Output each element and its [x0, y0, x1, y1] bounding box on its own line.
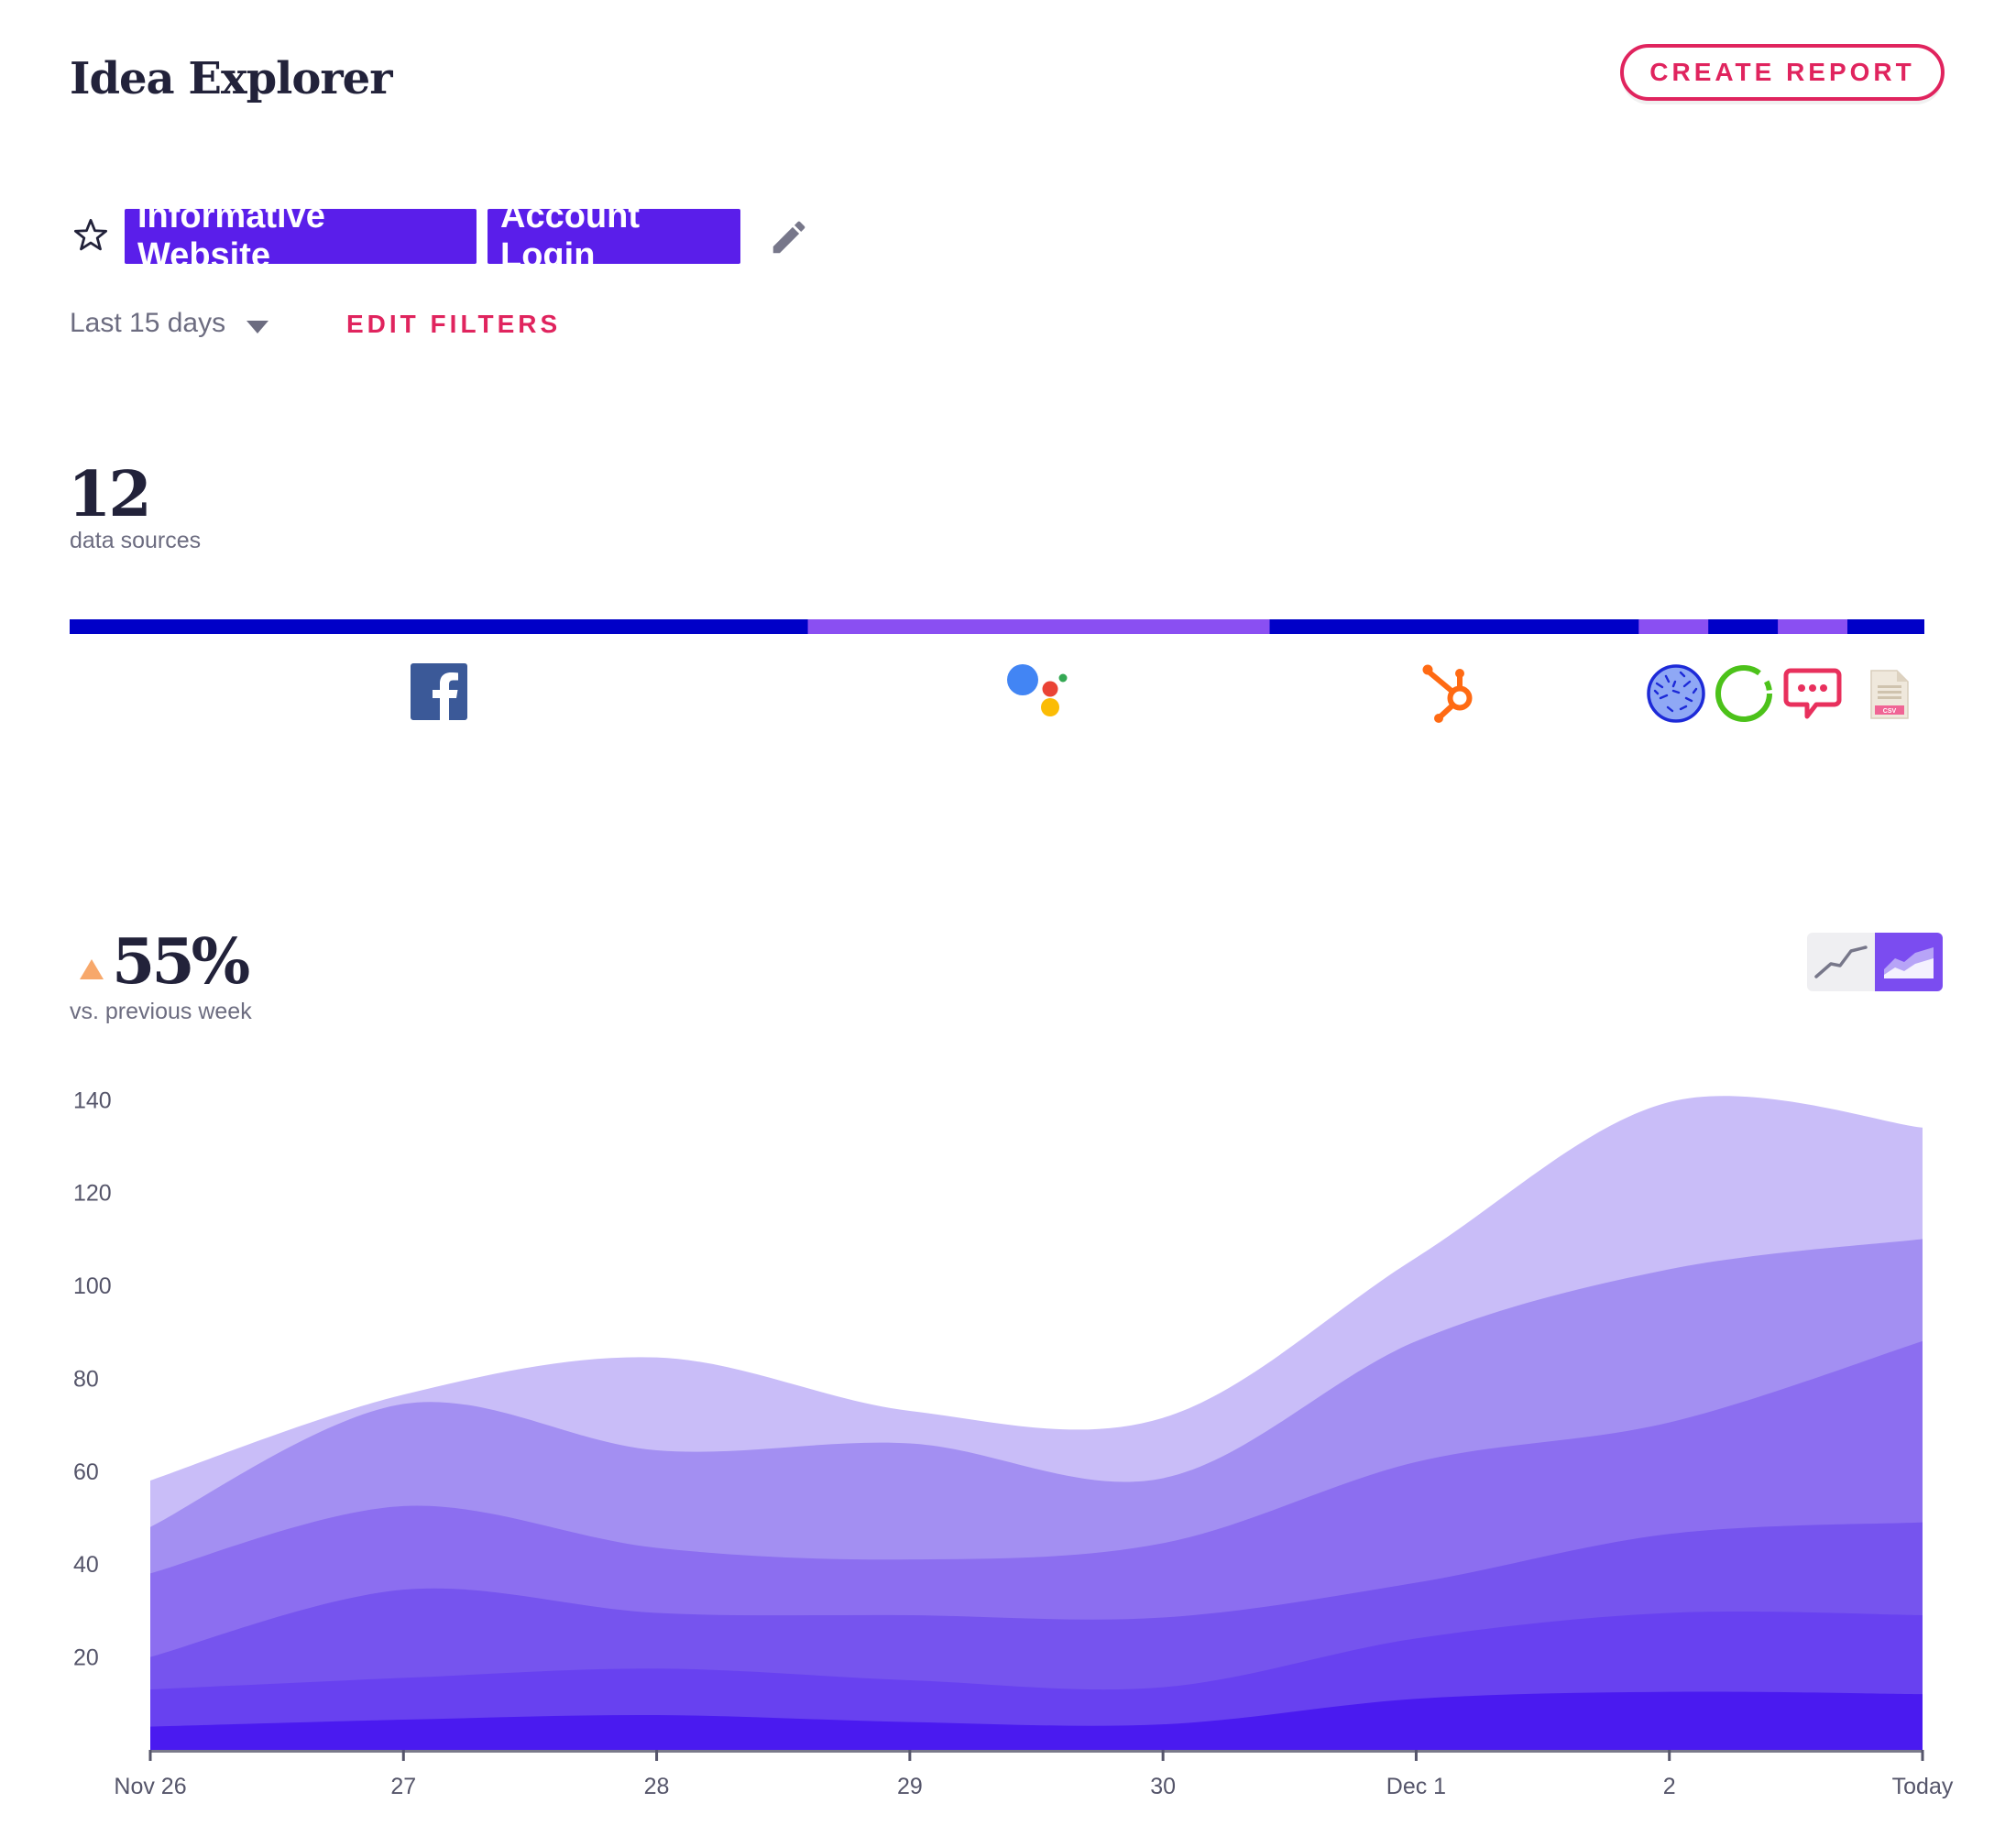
date-range-dropdown[interactable]: Last 15 days	[70, 308, 225, 339]
y-tick-label: 60	[73, 1459, 99, 1485]
line-chart-icon	[1814, 945, 1868, 978]
chevron-down-icon[interactable]	[246, 319, 269, 335]
source-bar-segment	[1847, 619, 1924, 634]
chat-bubble-icon[interactable]	[1783, 665, 1842, 724]
y-tick-label: 120	[73, 1181, 112, 1207]
source-bar-segment	[1778, 619, 1848, 634]
source-bar-segment	[1708, 619, 1779, 634]
google-assistant-icon[interactable]	[1006, 663, 1070, 720]
trend-up-arrow-icon	[80, 959, 104, 979]
x-tick-label: 30	[1150, 1774, 1176, 1799]
source-bar-segment	[807, 619, 1271, 634]
chart-areas	[150, 1096, 1923, 1750]
svg-text:CSV: CSV	[1883, 708, 1897, 715]
x-tick-label: 29	[897, 1774, 923, 1799]
source-bar-segment	[1638, 619, 1709, 634]
x-tick-label: Dec 1	[1386, 1774, 1446, 1799]
x-tick-label: Nov 26	[114, 1774, 186, 1799]
create-report-button[interactable]: CREATE REPORT	[1620, 44, 1945, 101]
filter-tag-informative-website[interactable]: Informative Website	[125, 197, 477, 275]
pencil-icon[interactable]	[768, 216, 810, 258]
chart-view-toggle	[1807, 933, 1943, 991]
x-tick-label: 2	[1663, 1774, 1676, 1799]
data-sources-count: 12	[68, 458, 152, 531]
y-tick-label: 140	[73, 1087, 112, 1113]
star-icon[interactable]	[71, 216, 110, 255]
x-tick-label: Today	[1892, 1774, 1954, 1799]
x-axis: Nov 26 27 28 29 30 Dec 1 2 Today	[114, 1750, 1954, 1799]
trend-percentage: 55%	[112, 925, 250, 999]
y-axis: 20 40 60 80 100 120 140	[73, 1087, 112, 1670]
data-sources-label: data sources	[70, 528, 202, 553]
page-title: Idea Explorer	[70, 53, 392, 104]
stacked-area-chart: 20 40 60 80 100 120 140 Nov 26 27 28 29 30 Dec 1 2 To…	[73, 1087, 1954, 1799]
trend-label: vs. previous week	[70, 999, 252, 1024]
facebook-icon[interactable]	[411, 663, 467, 720]
x-tick-label: 27	[390, 1774, 416, 1799]
area-chart-icon	[1884, 947, 1934, 978]
globe-icon[interactable]	[1646, 663, 1706, 724]
data-source-distribution-bar	[70, 619, 1924, 634]
edit-filters-button[interactable]: EDIT FILTERS	[346, 310, 561, 339]
hubspot-icon[interactable]	[1420, 660, 1481, 724]
source-bar-segment	[70, 619, 809, 634]
y-tick-label: 100	[73, 1273, 112, 1299]
source-bar-segment	[1269, 619, 1639, 634]
filter-tag-account-login[interactable]: Account Login	[488, 197, 740, 275]
line-chart-toggle-button[interactable]	[1807, 933, 1875, 991]
circular-loader-icon[interactable]	[1714, 663, 1774, 724]
y-tick-label: 40	[73, 1552, 99, 1578]
area-chart-toggle-button[interactable]	[1875, 933, 1943, 991]
csv-file-icon[interactable]: CSV	[1869, 669, 1910, 720]
y-tick-label: 20	[73, 1645, 99, 1671]
x-tick-label: 28	[644, 1774, 670, 1799]
y-tick-label: 80	[73, 1366, 99, 1392]
